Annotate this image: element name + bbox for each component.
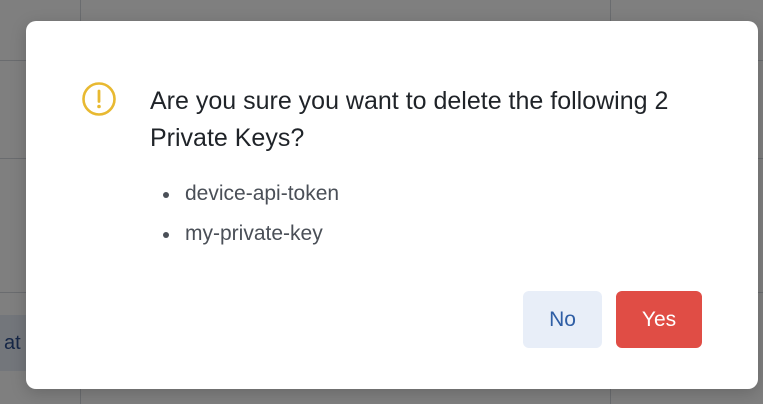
exclamation-circle-icon [82,82,116,116]
yes-button[interactable]: Yes [616,291,702,348]
confirm-delete-dialog: Are you sure you want to delete the foll… [26,21,758,389]
keys-to-delete-list: device-api-token my-private-key [160,174,339,254]
no-button[interactable]: No [523,291,602,348]
list-item: device-api-token [160,174,339,214]
dialog-title: Are you sure you want to delete the foll… [150,87,669,152]
list-item: my-private-key [160,214,339,254]
